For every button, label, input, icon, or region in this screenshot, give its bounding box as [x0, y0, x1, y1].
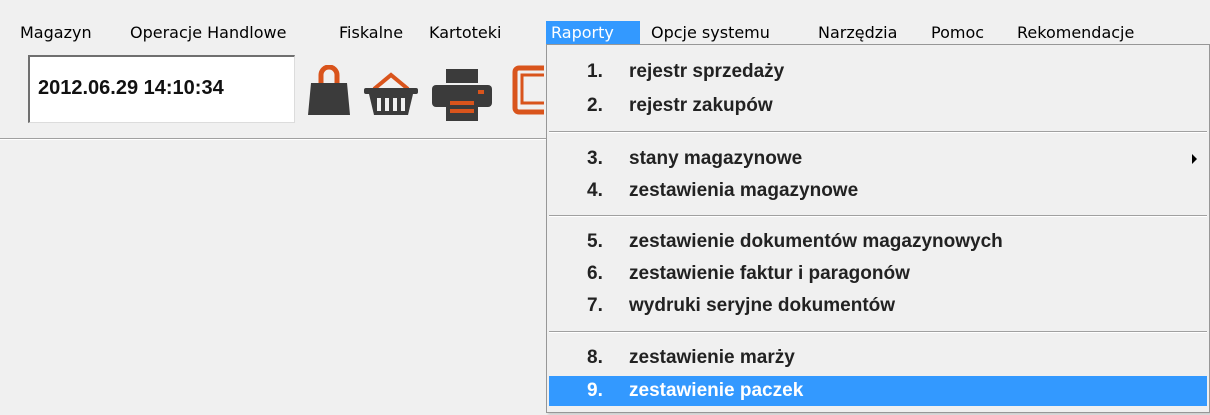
menu-kartoteki[interactable]: Kartoteki — [424, 21, 506, 45]
toolbar-divider — [0, 138, 546, 140]
toolbar: 2012.06.29 14:10:34 — [18, 55, 558, 126]
menu-item-label: zestawienie marży — [629, 347, 795, 368]
menu-item-label: zestawienie dokumentów magazynowych — [629, 231, 1003, 252]
menu-operacje-handlowe[interactable]: Operacje Handlowe — [125, 21, 291, 45]
datetime-display: 2012.06.29 14:10:34 — [28, 55, 295, 123]
monitor-icon[interactable] — [512, 65, 558, 126]
shopping-bag-icon[interactable] — [308, 64, 350, 122]
menu-item-zestawienie-faktur-i-paragonow[interactable]: 6. zestawienie faktur i paragonów — [549, 259, 1207, 289]
menu-item-label: rejestr zakupów — [629, 95, 773, 116]
menu-bar: Magazyn Operacje Handlowe Fiskalne Karto… — [0, 0, 1210, 45]
shopping-basket-icon[interactable] — [362, 71, 420, 122]
menu-opcje-systemu[interactable]: Opcje systemu — [646, 21, 775, 45]
menu-item-label: zestawienia magazynowe — [629, 180, 859, 201]
menu-separator — [549, 331, 1207, 333]
menu-item-number: 4. — [587, 180, 603, 201]
printer-icon[interactable] — [432, 69, 492, 126]
menu-separator — [549, 215, 1207, 217]
menu-item-label: rejestr sprzedaży — [629, 61, 785, 82]
menu-item-number: 8. — [587, 347, 603, 368]
menu-item-label: wydruki seryjne dokumentów — [629, 295, 896, 316]
menu-item-zestawienie-marzy[interactable]: 8. zestawienie marży — [549, 343, 1207, 373]
menu-item-number: 5. — [587, 231, 603, 252]
menu-item-number: 7. — [587, 295, 603, 316]
menu-magazyn[interactable]: Magazyn — [15, 21, 97, 45]
menu-separator — [549, 131, 1207, 133]
menu-item-zestawienia-magazynowe[interactable]: 4. zestawienia magazynowe — [549, 176, 1207, 206]
menu-item-number: 3. — [587, 148, 603, 169]
menu-item-rejestr-sprzedazy[interactable]: 1. rejestr sprzedaży — [549, 57, 1207, 87]
menu-item-rejestr-zakupow[interactable]: 2. rejestr zakupów — [549, 91, 1207, 121]
submenu-arrow-icon — [1192, 154, 1197, 164]
menu-item-zestawienie-paczek[interactable]: 9. zestawienie paczek — [549, 376, 1207, 406]
menu-rekomendacje[interactable]: Rekomendacje — [1012, 21, 1139, 45]
menu-item-stany-magazynowe[interactable]: 3. stany magazynowe — [549, 144, 1207, 174]
menu-item-zestawienie-dokumentow-magazynowych[interactable]: 5. zestawienie dokumentów magazynowych — [549, 227, 1207, 257]
menu-pomoc[interactable]: Pomoc — [926, 21, 989, 45]
menu-item-number: 1. — [587, 61, 603, 82]
menu-item-number: 2. — [587, 95, 603, 116]
menu-fiskalne[interactable]: Fiskalne — [334, 21, 408, 45]
menu-item-label: zestawienie faktur i paragonów — [629, 263, 910, 284]
menu-item-number: 6. — [587, 263, 603, 284]
menu-item-label: zestawienie paczek — [629, 380, 804, 401]
menu-item-number: 9. — [587, 380, 603, 401]
menu-raporty[interactable]: Raporty — [546, 21, 640, 45]
menu-item-label: stany magazynowe — [629, 148, 803, 169]
menu-item-wydruki-seryjne-dokumentow[interactable]: 7. wydruki seryjne dokumentów — [549, 291, 1207, 321]
menu-narzedzia[interactable]: Narzędzia — [813, 21, 902, 45]
raporty-dropdown-menu: 1. rejestr sprzedaży 2. rejestr zakupów … — [546, 44, 1210, 413]
